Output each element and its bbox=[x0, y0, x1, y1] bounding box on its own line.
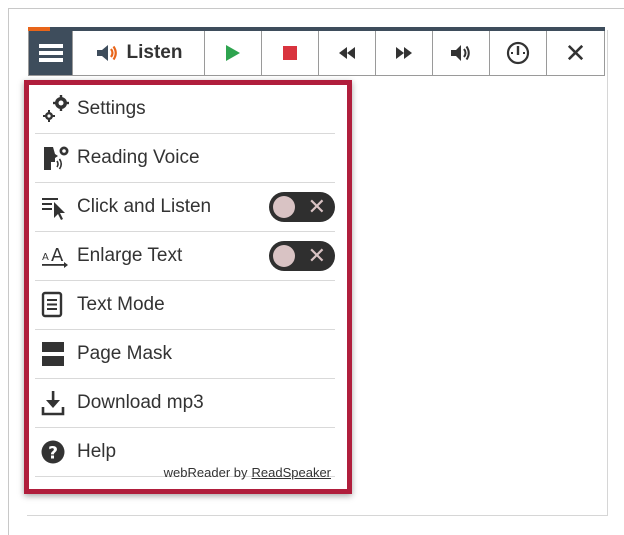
webreader-menu: Settings Reading Voice Click and Listen … bbox=[24, 80, 352, 494]
menu-item-label: Click and Listen bbox=[77, 196, 212, 217]
menu-item-label: Download mp3 bbox=[77, 392, 204, 413]
menu-item-label: Enlarge Text bbox=[77, 245, 183, 266]
rewind-icon bbox=[339, 47, 355, 59]
listen-label: Listen bbox=[126, 42, 183, 63]
page-mask-icon bbox=[35, 339, 77, 369]
footer-text: webReader by bbox=[163, 464, 248, 480]
menu-item-page-mask[interactable]: Page Mask bbox=[35, 330, 335, 379]
menu-item-text-mode[interactable]: Text Mode bbox=[35, 281, 335, 330]
menu-item-reading-voice[interactable]: Reading Voice bbox=[35, 134, 335, 183]
hamburger-icon bbox=[38, 44, 63, 62]
menu-item-label: Settings bbox=[77, 98, 146, 119]
menu-item-download-mp3[interactable]: Download mp3 bbox=[35, 379, 335, 428]
enlarge-text-toggle[interactable]: ✕ bbox=[269, 241, 335, 271]
reading-voice-icon bbox=[35, 143, 77, 173]
menu-item-label: Text Mode bbox=[77, 294, 165, 315]
menu-item-click-and-listen[interactable]: Click and Listen ✕ bbox=[35, 183, 335, 232]
menu-item-settings[interactable]: Settings bbox=[35, 85, 335, 134]
volume-icon bbox=[451, 45, 470, 61]
menu-item-label: Page Mask bbox=[77, 343, 173, 364]
readspeaker-link[interactable]: ReadSpeaker bbox=[252, 465, 332, 480]
toolbar-top-line bbox=[50, 27, 605, 31]
speaker-icon bbox=[96, 45, 117, 61]
svg-text:A: A bbox=[42, 252, 49, 263]
play-button[interactable] bbox=[205, 31, 262, 75]
speed-button[interactable] bbox=[490, 31, 547, 75]
listen-button[interactable]: Listen bbox=[73, 31, 205, 75]
close-icon: ✕ bbox=[564, 37, 587, 68]
text-mode-icon bbox=[35, 290, 77, 320]
fast-forward-button[interactable] bbox=[376, 31, 433, 75]
fast-forward-icon bbox=[396, 47, 412, 59]
play-icon bbox=[226, 45, 240, 61]
close-button[interactable]: ✕ bbox=[547, 31, 604, 75]
click-and-listen-icon bbox=[35, 192, 77, 222]
menu-item-enlarge-text[interactable]: A A Enlarge Text ✕ bbox=[35, 232, 335, 281]
webreader-toolbar: Listen ✕ bbox=[28, 27, 605, 76]
toggle-off-icon: ✕ bbox=[307, 243, 326, 268]
menu-list: Settings Reading Voice Click and Listen … bbox=[35, 85, 335, 489]
stop-icon bbox=[283, 46, 297, 60]
toggle-off-icon: ✕ bbox=[307, 194, 326, 219]
volume-button[interactable] bbox=[433, 31, 490, 75]
toggle-knob bbox=[273, 245, 295, 267]
menu-item-label: Reading Voice bbox=[77, 147, 200, 168]
toggle-knob bbox=[273, 196, 295, 218]
svg-text:A: A bbox=[51, 245, 64, 266]
rewind-button[interactable] bbox=[319, 31, 376, 75]
menu-footer: webReader by ReadSpeaker bbox=[35, 455, 335, 489]
menu-button[interactable] bbox=[29, 31, 73, 75]
enlarge-text-icon: A A bbox=[35, 241, 77, 271]
stop-button[interactable] bbox=[262, 31, 319, 75]
settings-gears-icon bbox=[35, 94, 77, 124]
download-icon bbox=[35, 388, 77, 418]
click-and-listen-toggle[interactable]: ✕ bbox=[269, 192, 335, 222]
speedometer-icon bbox=[506, 41, 530, 65]
toolbar-accent-bar bbox=[28, 27, 50, 31]
